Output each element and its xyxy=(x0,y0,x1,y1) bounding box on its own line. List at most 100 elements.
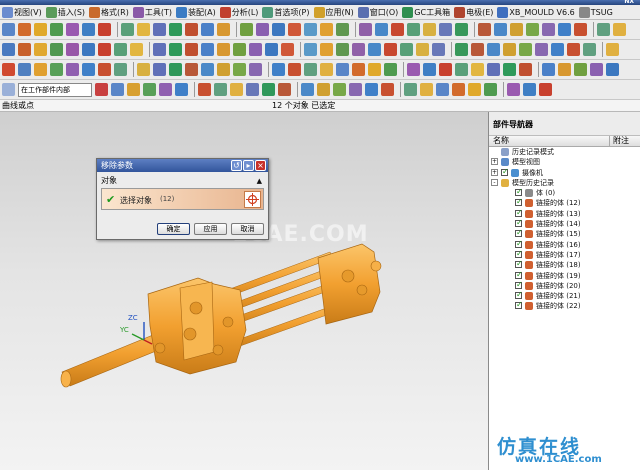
close-icon[interactable]: × xyxy=(255,160,266,171)
toolbar-tool-icon[interactable] xyxy=(272,63,285,76)
toolbar-tool-icon[interactable] xyxy=(471,43,484,56)
toolbar-tool-icon[interactable] xyxy=(262,83,275,96)
collapse-icon[interactable]: ▸ xyxy=(243,160,254,171)
toolbar-tool-icon[interactable] xyxy=(304,23,317,36)
toolbar-tool-icon[interactable] xyxy=(153,63,166,76)
toolbar-tool-icon[interactable] xyxy=(214,83,227,96)
toolbar-tool-icon[interactable] xyxy=(510,23,523,36)
toolbar-tool-icon[interactable] xyxy=(198,83,211,96)
toolbar-tool-icon[interactable] xyxy=(404,83,417,96)
toolbar-tool-icon[interactable] xyxy=(391,23,404,36)
toolbar-tool-icon[interactable] xyxy=(317,83,330,96)
tree-node[interactable]: 历史记录模式 xyxy=(489,147,640,157)
toolbar-tool-icon[interactable] xyxy=(34,23,47,36)
toolbar-tool-icon[interactable] xyxy=(583,43,596,56)
toolbar-tool-icon[interactable] xyxy=(256,23,269,36)
apply-button[interactable]: 应用 xyxy=(194,223,227,235)
toolbar-tool-icon[interactable] xyxy=(455,43,468,56)
toolbar-tool-icon[interactable] xyxy=(551,43,564,56)
menu-item[interactable]: 装配(A) xyxy=(176,6,216,18)
toolbar-tool-icon[interactable] xyxy=(288,63,301,76)
toolbar-tool-icon[interactable] xyxy=(169,23,182,36)
tree-node[interactable]: ✓ 链接的体 (18) xyxy=(489,259,640,270)
tree-node[interactable]: ✓ 体 (0) xyxy=(489,187,640,198)
toolbar-tool-icon[interactable] xyxy=(137,23,150,36)
toolbar-tool-icon[interactable] xyxy=(137,63,150,76)
toolbar-tool-icon[interactable] xyxy=(114,63,127,76)
toolbar-tool-icon[interactable] xyxy=(539,83,552,96)
toolbar-tool-icon[interactable] xyxy=(590,63,603,76)
toolbar-tool-icon[interactable] xyxy=(169,43,182,56)
chevron-up-icon[interactable]: ▲ xyxy=(257,176,262,186)
toolbar-tool-icon[interactable] xyxy=(455,23,468,36)
tree-node[interactable]: ✓ 链接的体 (16) xyxy=(489,239,640,250)
toolbar-tool-icon[interactable] xyxy=(127,83,140,96)
toolbar-tool-icon[interactable] xyxy=(423,63,436,76)
toolbar-tool-icon[interactable] xyxy=(487,63,500,76)
select-object-row[interactable]: ✔ 选择对象 (12) xyxy=(101,188,264,210)
column-name-header[interactable]: 名称 xyxy=(493,136,509,146)
toolbar-tool-icon[interactable] xyxy=(66,43,79,56)
column-note-header[interactable]: 附注 xyxy=(609,136,629,147)
rear-end-cap[interactable] xyxy=(317,243,382,325)
tree-node[interactable]: ✓ 链接的体 (22) xyxy=(489,300,640,311)
menu-item[interactable]: 视图(V) xyxy=(2,6,42,18)
toolbar-tool-icon[interactable] xyxy=(95,83,108,96)
toolbar-tool-icon[interactable] xyxy=(185,23,198,36)
toolbar-tool-icon[interactable] xyxy=(558,63,571,76)
toolbar-tool-icon[interactable] xyxy=(175,83,188,96)
menu-item[interactable]: XB_MOULD V6.6 xyxy=(497,6,575,18)
toolbar-tool-icon[interactable] xyxy=(249,63,262,76)
toolbar-tool-icon[interactable] xyxy=(558,23,571,36)
toolbar-tool-icon[interactable] xyxy=(201,43,214,56)
menu-item[interactable]: 窗口(O) xyxy=(357,6,398,18)
toolbar-tool-icon[interactable] xyxy=(439,63,452,76)
toolbar-tool-icon[interactable] xyxy=(519,63,532,76)
menu-item[interactable]: 电极(E) xyxy=(454,6,493,18)
toolbar-tool-icon[interactable] xyxy=(185,43,198,56)
expand-icon[interactable]: + xyxy=(491,168,498,176)
toolbar-tool-icon[interactable] xyxy=(304,43,317,56)
toolbar-tool-icon[interactable] xyxy=(574,23,587,36)
toolbar-tool-icon[interactable] xyxy=(98,63,111,76)
toolbar-tool-icon[interactable] xyxy=(384,63,397,76)
toolbar-tool-icon[interactable] xyxy=(468,83,481,96)
toolbar-tool-icon[interactable] xyxy=(98,23,111,36)
toolbar-tool-icon[interactable] xyxy=(304,63,317,76)
toolbar-tool-icon[interactable] xyxy=(567,43,580,56)
toolbar-tool-icon[interactable] xyxy=(503,43,516,56)
toolbar-tool-icon[interactable] xyxy=(217,63,230,76)
toolbar-tool-icon[interactable] xyxy=(507,83,520,96)
toolbar-tool-icon[interactable] xyxy=(201,23,214,36)
toolbar-tool-icon[interactable] xyxy=(2,63,15,76)
toolbar-tool-icon[interactable] xyxy=(50,63,63,76)
toolbar-tool-icon[interactable] xyxy=(478,23,491,36)
toolbar-tool-icon[interactable] xyxy=(542,23,555,36)
toolbar-tool-icon[interactable] xyxy=(487,43,500,56)
toolbar-tool-icon[interactable] xyxy=(333,83,346,96)
menu-item[interactable]: TSUG xyxy=(578,6,613,18)
toolbar-tool-icon[interactable] xyxy=(185,63,198,76)
toolbar-tool-icon[interactable] xyxy=(288,23,301,36)
toolbar-tool-icon[interactable] xyxy=(159,83,172,96)
toolbar-tool-icon[interactable] xyxy=(359,23,372,36)
toolbar-tool-icon[interactable] xyxy=(519,43,532,56)
toolbar-tool-icon[interactable] xyxy=(384,43,397,56)
toolbar-tool-icon[interactable] xyxy=(439,23,452,36)
toolbar-tool-icon[interactable] xyxy=(217,23,230,36)
menu-item[interactable]: 工具(T) xyxy=(132,6,172,18)
tree-node[interactable]: ✓ 链接的体 (19) xyxy=(489,270,640,281)
toolbar-tool-icon[interactable] xyxy=(111,83,124,96)
toolbar-tool-icon[interactable] xyxy=(98,43,111,56)
tree-node[interactable]: ✓ 链接的体 (15) xyxy=(489,228,640,239)
toolbar-tool-icon[interactable] xyxy=(201,63,214,76)
expand-icon[interactable]: + xyxy=(491,158,498,166)
toolbar-tool-icon[interactable] xyxy=(420,83,433,96)
toolbar-tool-icon[interactable] xyxy=(82,63,95,76)
tree-node[interactable]: ✓ 链接的体 (17) xyxy=(489,249,640,260)
toolbar-tool-icon[interactable] xyxy=(265,43,278,56)
toolbar-tool-icon[interactable] xyxy=(153,23,166,36)
menu-item[interactable]: 插入(S) xyxy=(45,6,85,18)
toolbar-tool-icon[interactable] xyxy=(613,23,626,36)
toolbar-tool-icon[interactable] xyxy=(240,23,253,36)
